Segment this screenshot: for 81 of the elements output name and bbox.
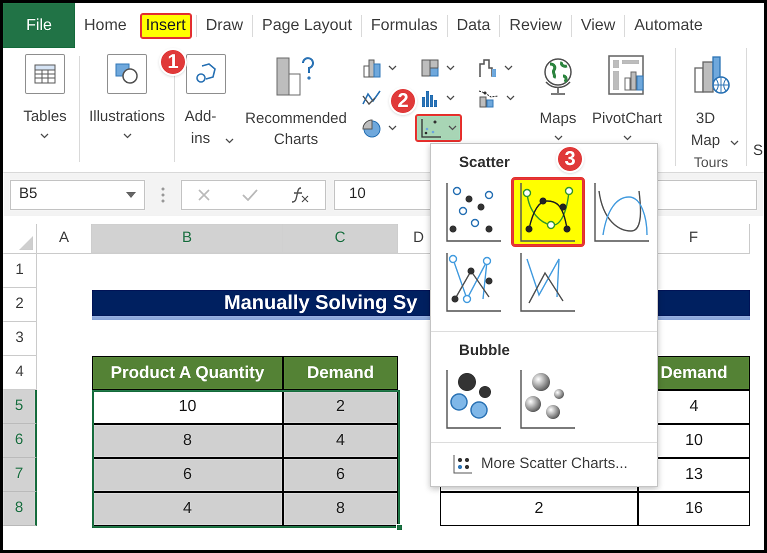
table-cell: 6 xyxy=(92,458,283,492)
ribbon-button[interactable]: Recommended Charts xyxy=(237,48,355,150)
chevron-icon xyxy=(122,133,132,139)
pie-chart-icon xyxy=(362,118,382,138)
ribbon-tab[interactable]: Review xyxy=(500,12,571,38)
scatter-dots-icon xyxy=(453,454,473,474)
ribbon-tab[interactable]: View xyxy=(572,12,624,38)
row-header[interactable]: 3 xyxy=(3,322,37,356)
ribbon-button[interactable]: Maps xyxy=(531,48,585,141)
name-box[interactable]: B5 xyxy=(10,180,145,210)
section-heading: Bubble xyxy=(459,340,510,360)
chevron-icon xyxy=(504,65,513,71)
ribbon-label: S xyxy=(753,141,764,161)
chevron-icon xyxy=(388,65,397,71)
dropdown-arrow-icon xyxy=(126,192,136,198)
table-cell: 8 xyxy=(283,492,398,526)
file-tab[interactable]: File xyxy=(3,3,75,48)
row-header[interactable]: 1 xyxy=(3,254,37,288)
step-badge: 2 xyxy=(389,87,417,115)
table-icon xyxy=(34,64,56,84)
hexagon-icon xyxy=(193,63,219,85)
row-header[interactable]: 5 xyxy=(3,390,37,424)
histogram-icon xyxy=(420,88,440,108)
chevron-icon xyxy=(730,140,738,146)
shapes-icon xyxy=(115,63,139,85)
more-options-icon xyxy=(161,186,165,202)
ribbon-button[interactable]: Tables xyxy=(11,48,79,139)
row-header[interactable]: 4 xyxy=(3,356,37,390)
combo-chart-icon xyxy=(478,88,500,108)
ribbon-tab[interactable]: Data xyxy=(448,12,500,38)
step-badge: 1 xyxy=(159,48,187,76)
waterfall-chart-icon xyxy=(478,58,498,78)
chart-option[interactable] xyxy=(511,176,585,246)
line-chart-icon xyxy=(362,88,382,108)
ribbon-tab[interactable]: Formulas xyxy=(362,12,447,38)
fill-handle[interactable] xyxy=(396,524,403,531)
ribbon-tab[interactable]: Home xyxy=(75,12,136,38)
ribbon-tab[interactable]: Automate xyxy=(625,12,712,38)
table-cell: 10 xyxy=(92,390,283,424)
chevron-icon xyxy=(224,138,234,144)
group-label: Tours xyxy=(694,153,728,172)
column-header[interactable]: C xyxy=(283,224,398,254)
table-cell: 8 xyxy=(92,424,283,458)
chevron-icon xyxy=(554,135,562,141)
chevron-icon xyxy=(388,125,397,131)
ribbon-button[interactable]: 3D Map xyxy=(682,48,740,152)
scatter-chart-icon xyxy=(420,118,442,138)
chevron-icon xyxy=(446,95,455,101)
pivot-chart-icon xyxy=(607,54,647,96)
select-all-icon xyxy=(19,236,33,250)
hierarchy-chart-icon xyxy=(420,58,440,78)
chevron-icon xyxy=(448,125,457,131)
column-chart-icon xyxy=(362,58,382,78)
row-header[interactable]: 7 xyxy=(3,458,37,492)
chevron-icon xyxy=(40,133,50,139)
table-header: Demand xyxy=(283,356,398,390)
chevron-icon xyxy=(506,95,515,101)
more-charts-link[interactable]: More Scatter Charts... xyxy=(453,453,628,476)
ribbon-button[interactable]: PivotChart xyxy=(585,48,669,141)
table-cell: 2 xyxy=(440,492,638,526)
check-icon xyxy=(241,188,260,202)
table-cell: 4 xyxy=(92,492,283,526)
table-cell: 4 xyxy=(283,424,398,458)
row-header[interactable]: 8 xyxy=(3,492,37,526)
row-header[interactable]: 2 xyxy=(3,288,37,322)
table-header: Product A Quantity xyxy=(92,356,283,390)
chart-type-button[interactable] xyxy=(415,114,462,142)
table-cell: 16 xyxy=(638,492,750,526)
function-icon xyxy=(290,186,310,202)
column-header[interactable]: A xyxy=(37,224,92,254)
chevron-icon xyxy=(622,135,632,141)
cancel-icon xyxy=(197,188,212,202)
table-cell: 2 xyxy=(283,390,398,424)
table-cell: 6 xyxy=(283,458,398,492)
column-header[interactable]: B xyxy=(92,224,283,254)
ribbon-tab[interactable]: Insert xyxy=(140,12,192,38)
row-header[interactable]: 6 xyxy=(3,424,37,458)
section-heading: Scatter xyxy=(459,153,510,173)
ribbon-tab[interactable]: Page Layout xyxy=(253,12,361,38)
ribbon-tab[interactable]: Draw xyxy=(196,12,252,38)
chevron-icon xyxy=(446,65,455,71)
